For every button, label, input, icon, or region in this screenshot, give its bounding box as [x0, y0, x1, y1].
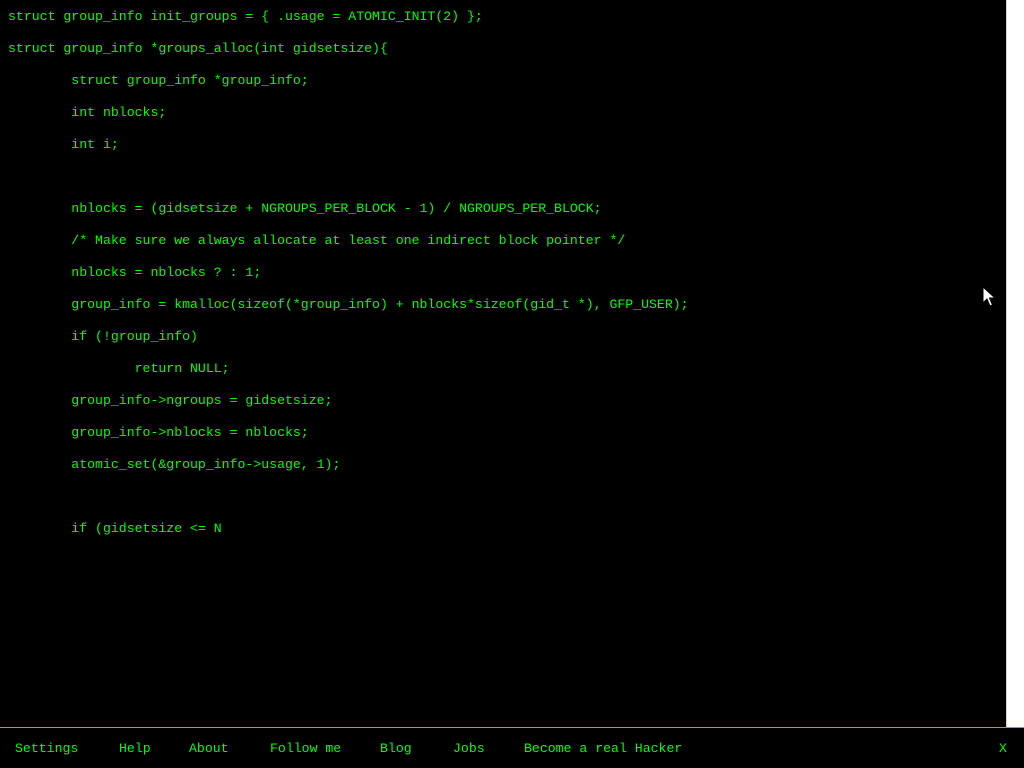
- about-link[interactable]: About: [189, 740, 229, 758]
- help-link[interactable]: Help: [119, 740, 151, 758]
- code-line: nblocks = nblocks ? : 1;: [8, 265, 262, 280]
- settings-link[interactable]: Settings: [15, 740, 78, 758]
- code-line: struct group_info *groups_alloc(int gids…: [8, 41, 388, 56]
- code-display: struct group_info init_groups = { .usage…: [0, 0, 1006, 727]
- close-icon[interactable]: X: [999, 740, 1007, 758]
- code-line: int i;: [8, 137, 119, 152]
- become-hacker-link[interactable]: Become a real Hacker: [524, 740, 682, 758]
- jobs-link[interactable]: Jobs: [453, 740, 485, 758]
- mouse-pointer-icon: [982, 286, 996, 307]
- footer-menu-bar: Settings Help About Follow me Blog Jobs …: [0, 727, 1024, 768]
- code-line: group_info->ngroups = gidsetsize;: [8, 393, 333, 408]
- code-line: struct group_info init_groups = { .usage…: [8, 9, 483, 24]
- code-line: if (gidsetsize <= N: [8, 521, 222, 536]
- follow-me-link[interactable]: Follow me: [270, 740, 341, 758]
- code-line: struct group_info *group_info;: [8, 73, 309, 88]
- code-line: atomic_set(&group_info->usage, 1);: [8, 457, 341, 472]
- code-line: int nblocks;: [8, 105, 167, 120]
- code-line: nblocks = (gidsetsize + NGROUPS_PER_BLOC…: [8, 201, 602, 216]
- code-line: return NULL;: [8, 361, 230, 376]
- blog-link[interactable]: Blog: [380, 740, 412, 758]
- vertical-scrollbar[interactable]: [1006, 0, 1024, 727]
- code-line: /* Make sure we always allocate at least…: [8, 233, 626, 248]
- code-line: group_info->nblocks = nblocks;: [8, 425, 309, 440]
- code-line: if (!group_info): [8, 329, 198, 344]
- code-line: group_info = kmalloc(sizeof(*group_info)…: [8, 297, 689, 312]
